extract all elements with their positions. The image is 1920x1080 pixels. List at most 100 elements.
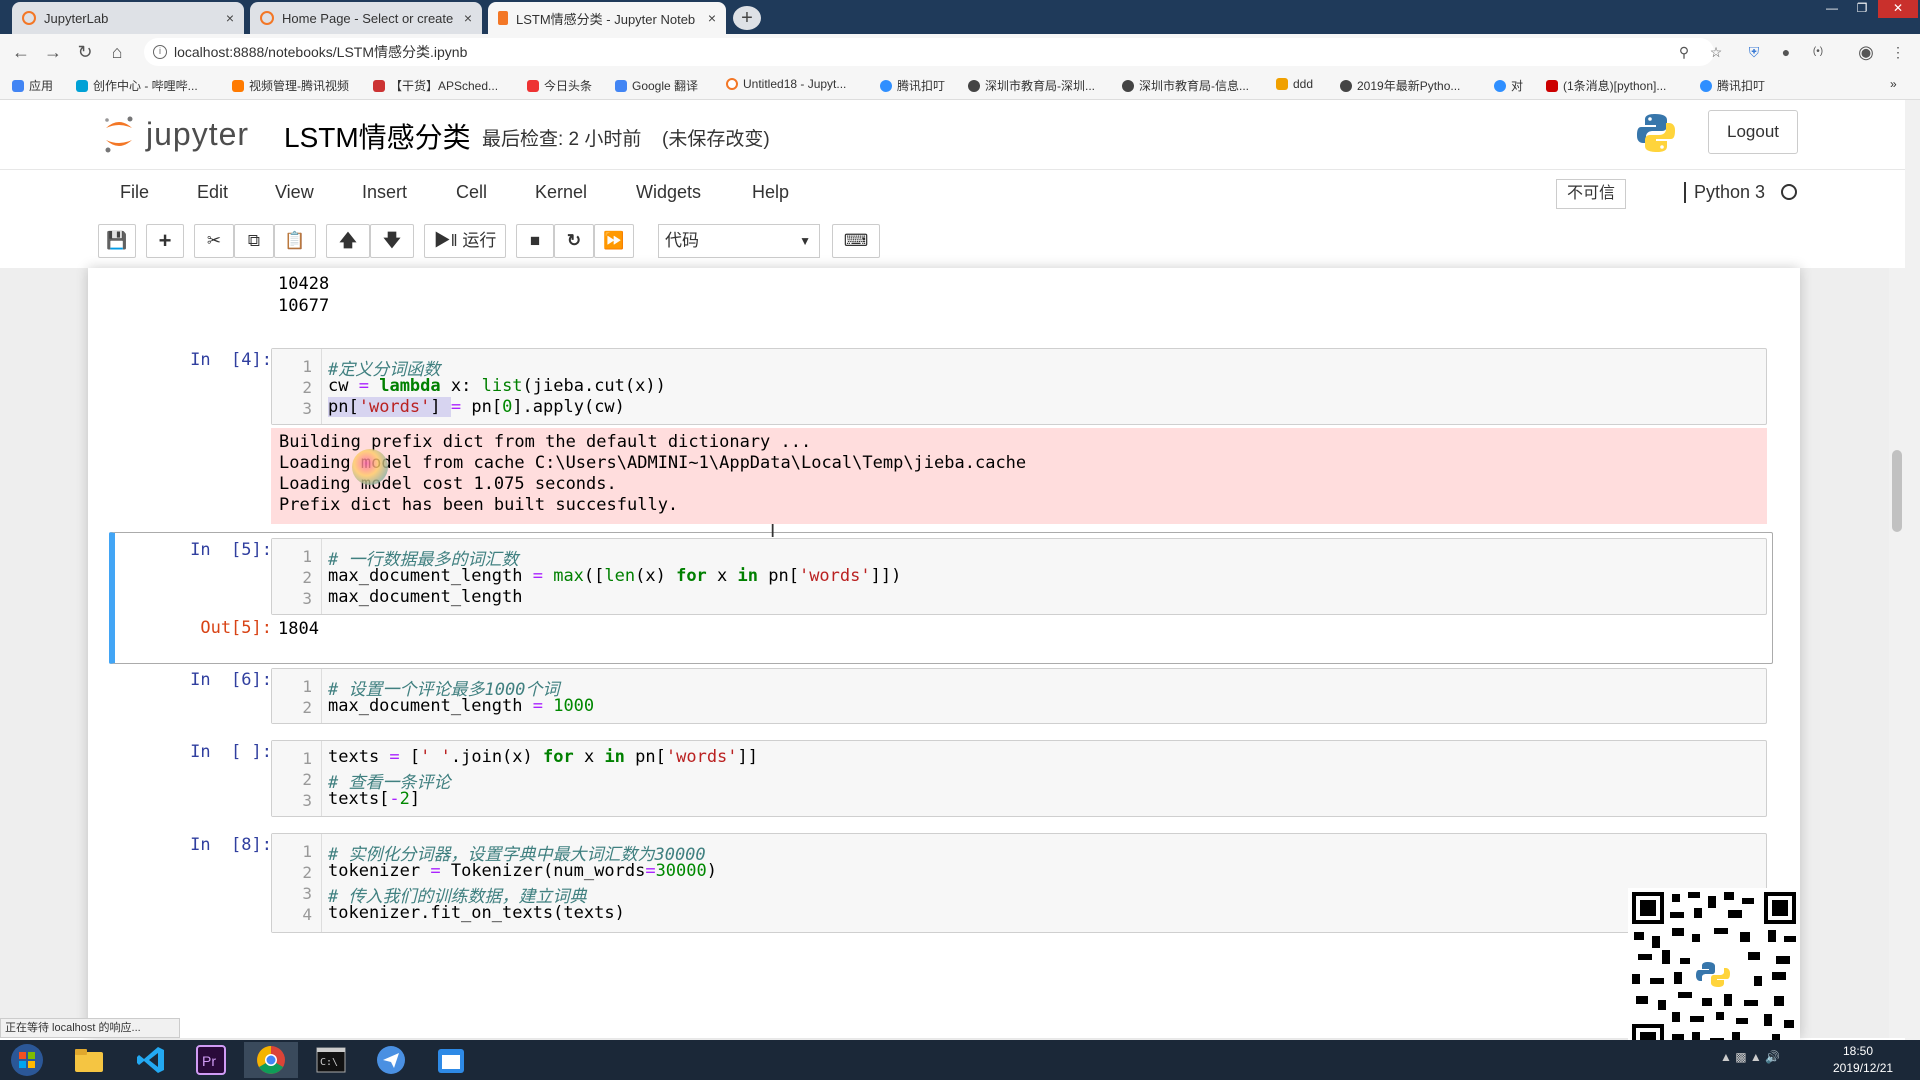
code-cell-input[interactable]: 1 2 3 # 一行数据最多的词汇数 max_document_length =… [271,538,1767,615]
stderr-line: Loading model cost 1.075 seconds. [279,474,617,494]
bookmark-label: Untitled18 - Jupyt... [743,77,847,91]
bookmark-item[interactable]: 腾讯扣叮 [1700,77,1765,94]
menu-edit[interactable]: Edit [197,182,228,203]
bookmark-item[interactable]: 腾讯扣叮 [880,77,945,94]
more-bookmarks-icon[interactable]: » [1890,77,1897,91]
stderr-line: Loading model from cache C:\Users\ADMINI… [279,453,1027,473]
notebook-name[interactable]: LSTM情感分类 [284,116,471,156]
code-cell-input[interactable]: 1 2 3 #定义分词函数 cw = lambda x: list(jieba.… [271,348,1767,425]
back-icon[interactable]: ← [10,41,32,63]
system-tray[interactable]: ▲ ▩ ▲ 🔊 [1720,1050,1820,1070]
cut-cell-button[interactable]: ✂ [194,224,234,258]
restore-window-icon[interactable]: ❐ [1848,0,1876,18]
input-prompt: In [4]: [190,350,272,370]
notebook-menubar: File Edit View Insert Cell Kernel Widget… [98,170,1806,216]
zoom-icon[interactable]: ⚲ [1674,42,1694,62]
browser-tab-strip: JupyterLab × Home Page - Select or creat… [0,0,1920,34]
page-scrollbar[interactable] [1905,100,1920,1040]
profile-avatar-icon[interactable]: ◉ [1856,42,1876,62]
menu-kernel[interactable]: Kernel [535,182,587,203]
insert-cell-button[interactable]: + [146,224,184,258]
command-palette-keyboard-button[interactable]: ⌨ [832,224,880,258]
menu-cell[interactable]: Cell [456,182,487,203]
taskbar-file-explorer[interactable] [62,1042,116,1078]
bookmark-item[interactable]: 2019年最新Pytho... [1340,77,1460,94]
close-icon[interactable]: × [708,10,716,26]
reload-icon[interactable]: ↻ [74,41,96,63]
browser-tab-jupyterlab[interactable]: JupyterLab × [12,2,244,34]
paste-cell-button[interactable]: 📋 [274,224,316,258]
site-info-icon[interactable]: i [153,45,167,59]
code-cell-input[interactable]: 1 2 # 设置一个评论最多1000个词 max_document_length… [271,668,1767,724]
bookmark-item[interactable]: 今日头条 [527,77,592,94]
taskbar-feishu[interactable] [364,1042,418,1078]
bookmark-item[interactable]: 【干货】APSched... [373,77,498,94]
code-line: tokenizer.fit_on_texts(texts) [328,903,625,923]
close-icon[interactable]: × [226,10,234,26]
code-cell-input[interactable]: 1 2 3 4 # 实例化分词器，设置字典中最大词汇数为30000 tokeni… [271,833,1767,933]
taskbar-app[interactable] [424,1042,478,1078]
forward-icon[interactable]: → [42,41,64,63]
input-prompt: In [5]: [190,540,272,560]
menu-insert[interactable]: Insert [362,182,407,203]
menu-view[interactable]: View [275,182,314,203]
trust-notebook-button[interactable]: 不可信 [1556,179,1626,209]
move-up-button[interactable]: 🡅 [326,224,370,258]
code-cell-input[interactable]: 1 2 3 texts = [' '.join(x) for x in pn['… [271,740,1767,817]
extension-shield-icon[interactable]: ⛨ [1744,42,1764,62]
scrollbar-thumb[interactable] [1892,450,1902,532]
notebook-scrollbar[interactable] [1889,268,1905,1038]
copy-cell-button[interactable]: ⧉ [234,224,274,258]
close-window-icon[interactable]: ✕ [1878,0,1918,18]
restart-kernel-button[interactable]: ↻ [554,224,594,258]
taskbar-premiere[interactable]: Pr [184,1042,238,1078]
browser-tab-home-page[interactable]: Home Page - Select or create × [250,2,482,34]
extension-icon[interactable]: (•) [1808,42,1828,62]
taskbar-terminal[interactable]: C:\ [304,1042,358,1078]
save-button[interactable]: 💾 [98,224,136,258]
menu-widgets[interactable]: Widgets [636,182,701,203]
bookmark-item[interactable]: 视频管理-腾讯视频 [232,77,349,94]
start-button[interactable] [0,1042,54,1078]
jupyter-logo[interactable]: jupyter [102,112,249,156]
taskbar-clock-time[interactable]: 18:50 [1843,1044,1873,1058]
stderr-output: Building prefix dict from the default di… [271,428,1767,524]
restart-run-all-button[interactable]: ⏩ [594,224,634,258]
bookmark-item[interactable]: Untitled18 - Jupyt... [726,77,846,91]
browser-menu-icon[interactable]: ⋮ [1888,42,1908,62]
minimize-window-icon[interactable]: — [1818,0,1846,18]
notebook-favicon-icon [498,11,508,25]
bookmark-item[interactable]: 深圳市教育局-深圳... [968,77,1095,94]
address-bar[interactable]: i localhost:8888/notebooks/LSTM情感分类.ipyn… [144,38,1714,66]
run-button[interactable]: ▶‖ 运行 [424,224,506,258]
bookmark-item[interactable]: (1条消息)[python]... [1546,77,1666,94]
logout-button[interactable]: Logout [1708,110,1798,154]
bookmark-item[interactable]: 应用 [12,77,53,94]
menu-file[interactable]: File [120,182,149,203]
bookmark-item[interactable]: 深圳市教育局-信息... [1122,77,1249,94]
bookmark-label: Google 翻译 [632,79,699,93]
taskbar-vscode[interactable] [124,1042,178,1078]
bookmark-item[interactable]: 创作中心 - 哔哩哔... [76,77,198,94]
output-line: 10428 [278,274,330,294]
notebook-container: 10428 10677 In [4]: 1 2 3 #定义分词函数 cw = l… [88,268,1800,1038]
close-icon[interactable]: × [464,10,472,26]
move-down-button[interactable]: 🡇 [370,224,414,258]
home-icon[interactable]: ⌂ [106,41,128,63]
interrupt-kernel-button[interactable]: ■ [516,224,554,258]
taskbar-clock-date[interactable]: 2019/12/21 [1833,1061,1893,1075]
extension-mask-icon[interactable]: ● [1776,42,1796,62]
bookmark-label: 【干货】APSched... [390,79,499,93]
bookmark-item[interactable]: 对 [1494,77,1523,94]
browser-toolbar: ← → ↻ ⌂ i localhost:8888/notebooks/LSTM情… [0,34,1920,70]
input-prompt: In [8]: [190,835,272,855]
new-tab-button[interactable]: + [733,6,761,30]
loading-status: 正在等待 localhost 的响应... [0,1018,180,1038]
menu-help[interactable]: Help [752,182,789,203]
taskbar-chrome[interactable] [244,1042,298,1078]
bookmark-item[interactable]: ddd [1276,77,1313,91]
browser-tab-lstm-notebook[interactable]: LSTM情感分类 - Jupyter Noteb × [488,2,726,34]
bookmark-star-icon[interactable]: ☆ [1706,42,1726,62]
cell-type-select[interactable]: 代码 ▼ [658,224,820,258]
bookmark-item[interactable]: Google 翻译 [615,77,698,94]
